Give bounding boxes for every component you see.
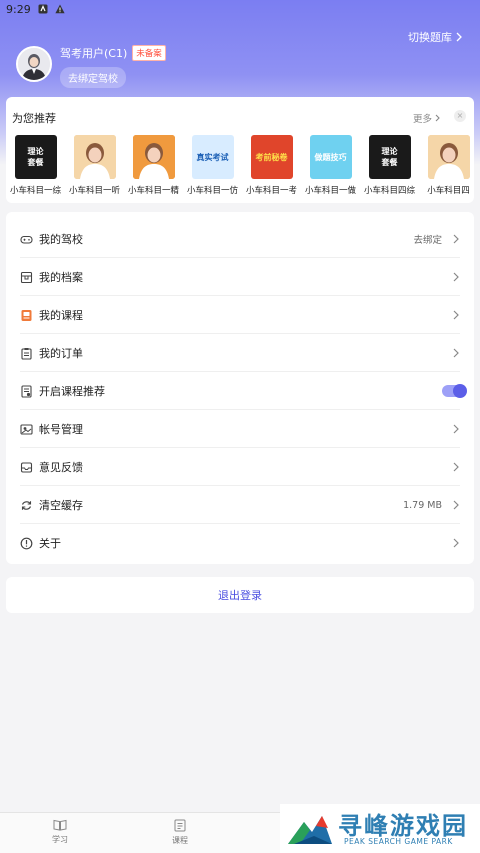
recommend-more-button[interactable]: 更多 <box>413 111 440 125</box>
recommend-item[interactable]: 做题技巧小车科目一做 <box>301 135 360 195</box>
recommend-doc-icon <box>20 384 33 398</box>
bind-school-button[interactable]: 去绑定驾校 <box>60 67 126 88</box>
app-notification-icon <box>38 4 48 14</box>
logout-button[interactable]: 退出登录 <box>6 577 474 613</box>
switch-question-bank-button[interactable]: 切换题库 <box>408 29 462 45</box>
inbox-icon <box>20 461 33 474</box>
recommend-card: 为您推荐 更多 × 理论 套餐 小车科目一综 小车科目一听 小车科目一精 真实考试 小车科… <box>6 97 474 203</box>
chevron-right-icon <box>435 114 440 122</box>
course-recommend-toggle[interactable] <box>442 384 467 398</box>
menu-item-label: 我的驾校 <box>39 233 83 246</box>
recommend-thumbnail <box>73 135 116 179</box>
menu-item[interactable]: 清空缓存 1.79 MB <box>6 486 474 524</box>
status-time: 9:29 <box>6 2 31 16</box>
menu-item-label: 关于 <box>39 537 61 550</box>
chevron-right-icon <box>453 348 459 358</box>
person-photo-icon <box>73 135 116 179</box>
user-avatar-icon <box>18 48 50 80</box>
menu-item[interactable]: 意见反馈 <box>6 448 474 486</box>
archive-box-icon <box>20 271 33 284</box>
chevron-right-icon <box>453 234 459 244</box>
refresh-icon <box>20 499 33 512</box>
course-book-icon <box>20 309 33 322</box>
document-icon <box>174 819 186 832</box>
status-bar: 9:29 <box>0 0 480 18</box>
chevron-right-icon <box>453 310 459 320</box>
person-photo-icon <box>132 135 175 179</box>
account-image-icon <box>20 423 33 436</box>
open-book-icon <box>53 819 67 831</box>
recommend-item-label: 小车科目一仿 <box>186 186 238 195</box>
tab-course[interactable]: 课程 <box>150 819 210 846</box>
menu-item[interactable]: 开启课程推荐 <box>6 372 474 410</box>
chevron-right-icon <box>456 32 462 42</box>
user-name: 驾考用户(C1) <box>60 47 128 60</box>
menu-item[interactable]: 关于 <box>6 524 474 562</box>
recommend-thumbnail: 考前秘卷 <box>250 135 293 179</box>
recommend-item-label: 小车科目一听 <box>68 186 120 195</box>
recommend-item-label: 小车科目一精 <box>127 186 179 195</box>
tab-study-label: 学习 <box>52 835 68 844</box>
recommend-item[interactable]: 考前秘卷小车科目一考 <box>242 135 301 195</box>
menu-item-label: 我的档案 <box>39 271 83 284</box>
menu-card: 我的驾校 去绑定我的档案我的课程我的订单开启课程推荐 帐号管理意见反馈清空缓存 1.7… <box>6 212 474 564</box>
menu-item-label: 我的订单 <box>39 347 83 360</box>
recommend-item[interactable]: 小车科目一精 <box>124 135 183 195</box>
recommend-item-label: 小车科目一综 <box>9 186 61 195</box>
tab-study[interactable]: 学习 <box>30 819 90 845</box>
chevron-right-icon <box>453 462 459 472</box>
menu-item[interactable]: 我的课程 <box>6 296 474 334</box>
recommend-item[interactable]: 理论 套餐小车科目一综 <box>6 135 65 195</box>
status-badge: 未备案 <box>132 45 166 61</box>
recommend-item-label: 小车科目四综 <box>363 186 415 195</box>
recommend-thumbnail: 做题技巧 <box>309 135 352 179</box>
toggle-knob <box>453 384 467 398</box>
menu-item-label: 清空缓存 <box>39 499 83 512</box>
watermark-title: 寻峰游戏园 <box>338 812 468 840</box>
tab-course-label: 课程 <box>172 836 188 845</box>
menu-item[interactable]: 我的订单 <box>6 334 474 372</box>
close-icon[interactable]: × <box>454 110 466 122</box>
menu-item-label: 帐号管理 <box>39 423 83 436</box>
recommend-thumbnail <box>427 135 470 179</box>
warning-icon <box>55 4 65 14</box>
info-circle-icon <box>20 537 33 550</box>
menu-item[interactable]: 我的驾校 去绑定 <box>6 220 474 258</box>
user-name-row: 驾考用户(C1) 未备案 <box>60 45 166 61</box>
more-label: 更多 <box>412 114 432 125</box>
recommend-item[interactable]: 小车科目一听 <box>65 135 124 195</box>
recommend-thumbnail <box>132 135 175 179</box>
menu-item[interactable]: 我的档案 <box>6 258 474 296</box>
avatar[interactable] <box>16 46 52 82</box>
chevron-right-icon <box>453 500 459 510</box>
menu-item-label: 开启课程推荐 <box>39 385 105 398</box>
menu-item-label: 我的课程 <box>39 309 83 322</box>
menu-item-label: 意见反馈 <box>39 461 83 474</box>
recommend-item-label: 小车科目一做 <box>304 186 356 195</box>
gamepad-icon <box>20 233 33 246</box>
menu-item-value: 1.79 MB <box>403 499 442 511</box>
recommend-item[interactable]: 真实考试小车科目一仿 <box>183 135 242 195</box>
recommend-item-label: 小车科目四 <box>427 186 470 195</box>
logout-card: 退出登录 <box>6 577 474 613</box>
recommend-thumbnail: 理论 套餐 <box>14 135 57 179</box>
recommend-item[interactable]: 小车科目四 <box>419 135 474 195</box>
watermark-subtitle: PEAK SEARCH GAME PARK <box>344 837 453 846</box>
recommend-thumbnail: 理论 套餐 <box>368 135 411 179</box>
menu-item-value: 去绑定 <box>413 235 442 246</box>
mountain-logo-icon <box>288 816 332 844</box>
recommend-title: 为您推荐 <box>12 112 56 125</box>
clipboard-icon <box>20 347 33 360</box>
person-photo-icon <box>427 135 470 179</box>
recommend-item-label: 小车科目一考 <box>245 186 297 195</box>
recommend-list: 理论 套餐 小车科目一综 小车科目一听 小车科目一精 真实考试 小车科目一仿 考前秘卷 小车科… <box>6 135 474 195</box>
switch-bank-label: 切换题库 <box>408 31 452 44</box>
watermark: 寻峰游戏园 PEAK SEARCH GAME PARK <box>280 804 480 853</box>
menu-item[interactable]: 帐号管理 <box>6 410 474 448</box>
recommend-item[interactable]: 理论 套餐小车科目四综 <box>360 135 419 195</box>
chevron-right-icon <box>453 424 459 434</box>
chevron-right-icon <box>453 272 459 282</box>
chevron-right-icon <box>453 538 459 548</box>
recommend-thumbnail: 真实考试 <box>191 135 234 179</box>
